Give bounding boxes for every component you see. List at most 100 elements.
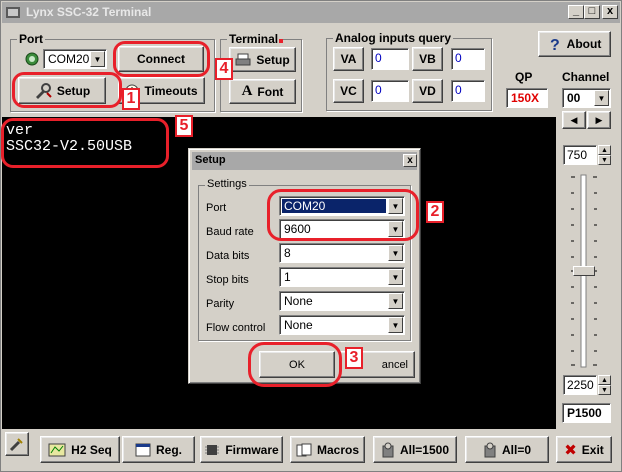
spin-down-icon: ▼ [601,156,608,164]
printer-icon [235,53,251,65]
vd-label: VD [419,84,436,98]
servo-icon [382,442,394,457]
macros-icon [296,443,312,456]
terminal-group-label: Terminal [227,32,281,46]
about-label: About [566,37,602,51]
qp-value: 150X [506,88,548,108]
firmware-label: Firmware [225,442,279,457]
font-label: Font [257,84,284,99]
spin-down-icon: ▼ [601,386,608,394]
vc-button[interactable]: VC [333,79,364,103]
channel-prev-button[interactable]: ◀ [562,111,586,129]
min-spin-down[interactable]: ▼ [598,155,611,165]
main-window: Lynx SSC-32 Terminal _ □ x Port COM20 ▼ … [0,0,622,472]
annotation-highlight-port-baud [267,189,419,241]
channel-next-button[interactable]: ▶ [587,111,611,129]
app-icon [6,7,20,18]
chevron-down-icon[interactable]: ▼ [388,245,403,261]
spin-up-icon: ▲ [601,376,608,384]
chevron-down-icon[interactable]: ▼ [594,90,609,106]
min-spin-up[interactable]: ▲ [598,145,611,155]
vb-label: VB [419,52,436,66]
reg-button[interactable]: Reg. [122,436,195,463]
stop-bits-value: 1 [284,270,291,284]
maximize-button[interactable]: □ [584,5,600,19]
tools-button[interactable] [5,432,29,456]
vb-value: 0 [451,48,485,70]
terminal-setup-button[interactable]: Setup [229,47,296,72]
terminal-setup-label: Setup [256,52,290,67]
slider-max-value[interactable]: 2250 [563,375,597,395]
com-port-select[interactable]: COM20 ▼ [43,49,107,69]
annotation-label-3: 3 [345,347,363,369]
h2-seq-label: H2 Seq [71,442,112,457]
vc-label: VC [340,84,357,98]
flow-control-label: Flow control [206,322,266,334]
channel-select[interactable]: 00 ▼ [562,88,611,108]
register-icon [135,443,151,456]
analog-group-label: Analog inputs query [333,31,454,45]
flow-control-value: None [284,318,313,332]
stop-bits-select[interactable]: 1 ▼ [279,267,405,287]
all-1500-label: All=1500 [399,442,450,457]
setup-dialog-title: Setup [195,154,226,166]
com-port-value: COM20 [48,52,90,66]
connection-status-icon [25,52,39,66]
data-bits-label: Data bits [206,250,250,262]
close-button[interactable]: x [602,5,618,19]
sequence-icon [48,443,66,456]
channel-value: 00 [567,91,581,105]
help-icon: ? [550,37,560,52]
va-value: 0 [371,48,409,70]
chevron-down-icon[interactable]: ▼ [388,269,403,285]
arrow-left-icon: ◀ [570,114,578,125]
all-1500-button[interactable]: All=1500 [373,436,457,463]
flow-control-select[interactable]: None ▼ [279,315,405,335]
exit-label: Exit [581,442,604,457]
chevron-down-icon[interactable]: ▼ [388,317,403,333]
va-button[interactable]: VA [333,47,364,71]
max-spin-up[interactable]: ▲ [598,375,611,385]
servo-slider[interactable] [569,173,599,369]
annotation-label-5: 5 [175,115,193,137]
max-spin-down[interactable]: ▼ [598,385,611,395]
h2-seq-button[interactable]: H2 Seq [40,436,120,463]
servo-icon [484,442,496,457]
qp-label: QP [515,70,533,84]
annotation-highlight-ok [248,342,342,387]
settings-group-label: Settings [205,178,249,190]
macros-button[interactable]: Macros [290,436,365,463]
spin-up-icon: ▲ [601,146,608,154]
pulse-value: P1500 [562,403,611,423]
exit-button[interactable]: ✖ Exit [556,436,612,463]
vd-button[interactable]: VD [412,79,443,103]
about-button[interactable]: ? About [538,31,611,57]
timeouts-label: Timeouts [144,83,198,98]
all-0-button[interactable]: All=0 [465,436,549,463]
chevron-down-icon[interactable]: ▼ [90,51,105,67]
parity-select[interactable]: None ▼ [279,291,405,311]
font-button[interactable]: A Font [229,79,296,104]
stop-bits-label: Stop bits [206,274,249,286]
slider-min-value[interactable]: 750 [563,145,597,165]
dialog-close-button[interactable]: x [403,154,417,167]
firmware-button[interactable]: Firmware [200,436,283,463]
minimize-button[interactable]: _ [568,5,584,19]
reg-label: Reg. [155,442,182,457]
parity-value: None [284,294,313,308]
baud-rate-label: Baud rate [206,226,254,238]
slider-thumb[interactable] [573,266,595,276]
port-field-label: Port [206,202,227,214]
va-label: VA [340,52,357,66]
vd-value: 0 [451,80,485,102]
arrow-right-icon: ▶ [595,114,603,125]
exit-icon: ✖ [564,441,577,459]
data-bits-value: 8 [284,246,291,260]
font-icon: A [241,83,253,99]
cancel-label: ancel [381,358,408,371]
all-0-label: All=0 [501,442,531,457]
vb-button[interactable]: VB [412,47,443,71]
chevron-down-icon[interactable]: ▼ [388,293,403,309]
annotation-highlight-setup [12,72,122,108]
data-bits-select[interactable]: 8 ▼ [279,243,405,263]
